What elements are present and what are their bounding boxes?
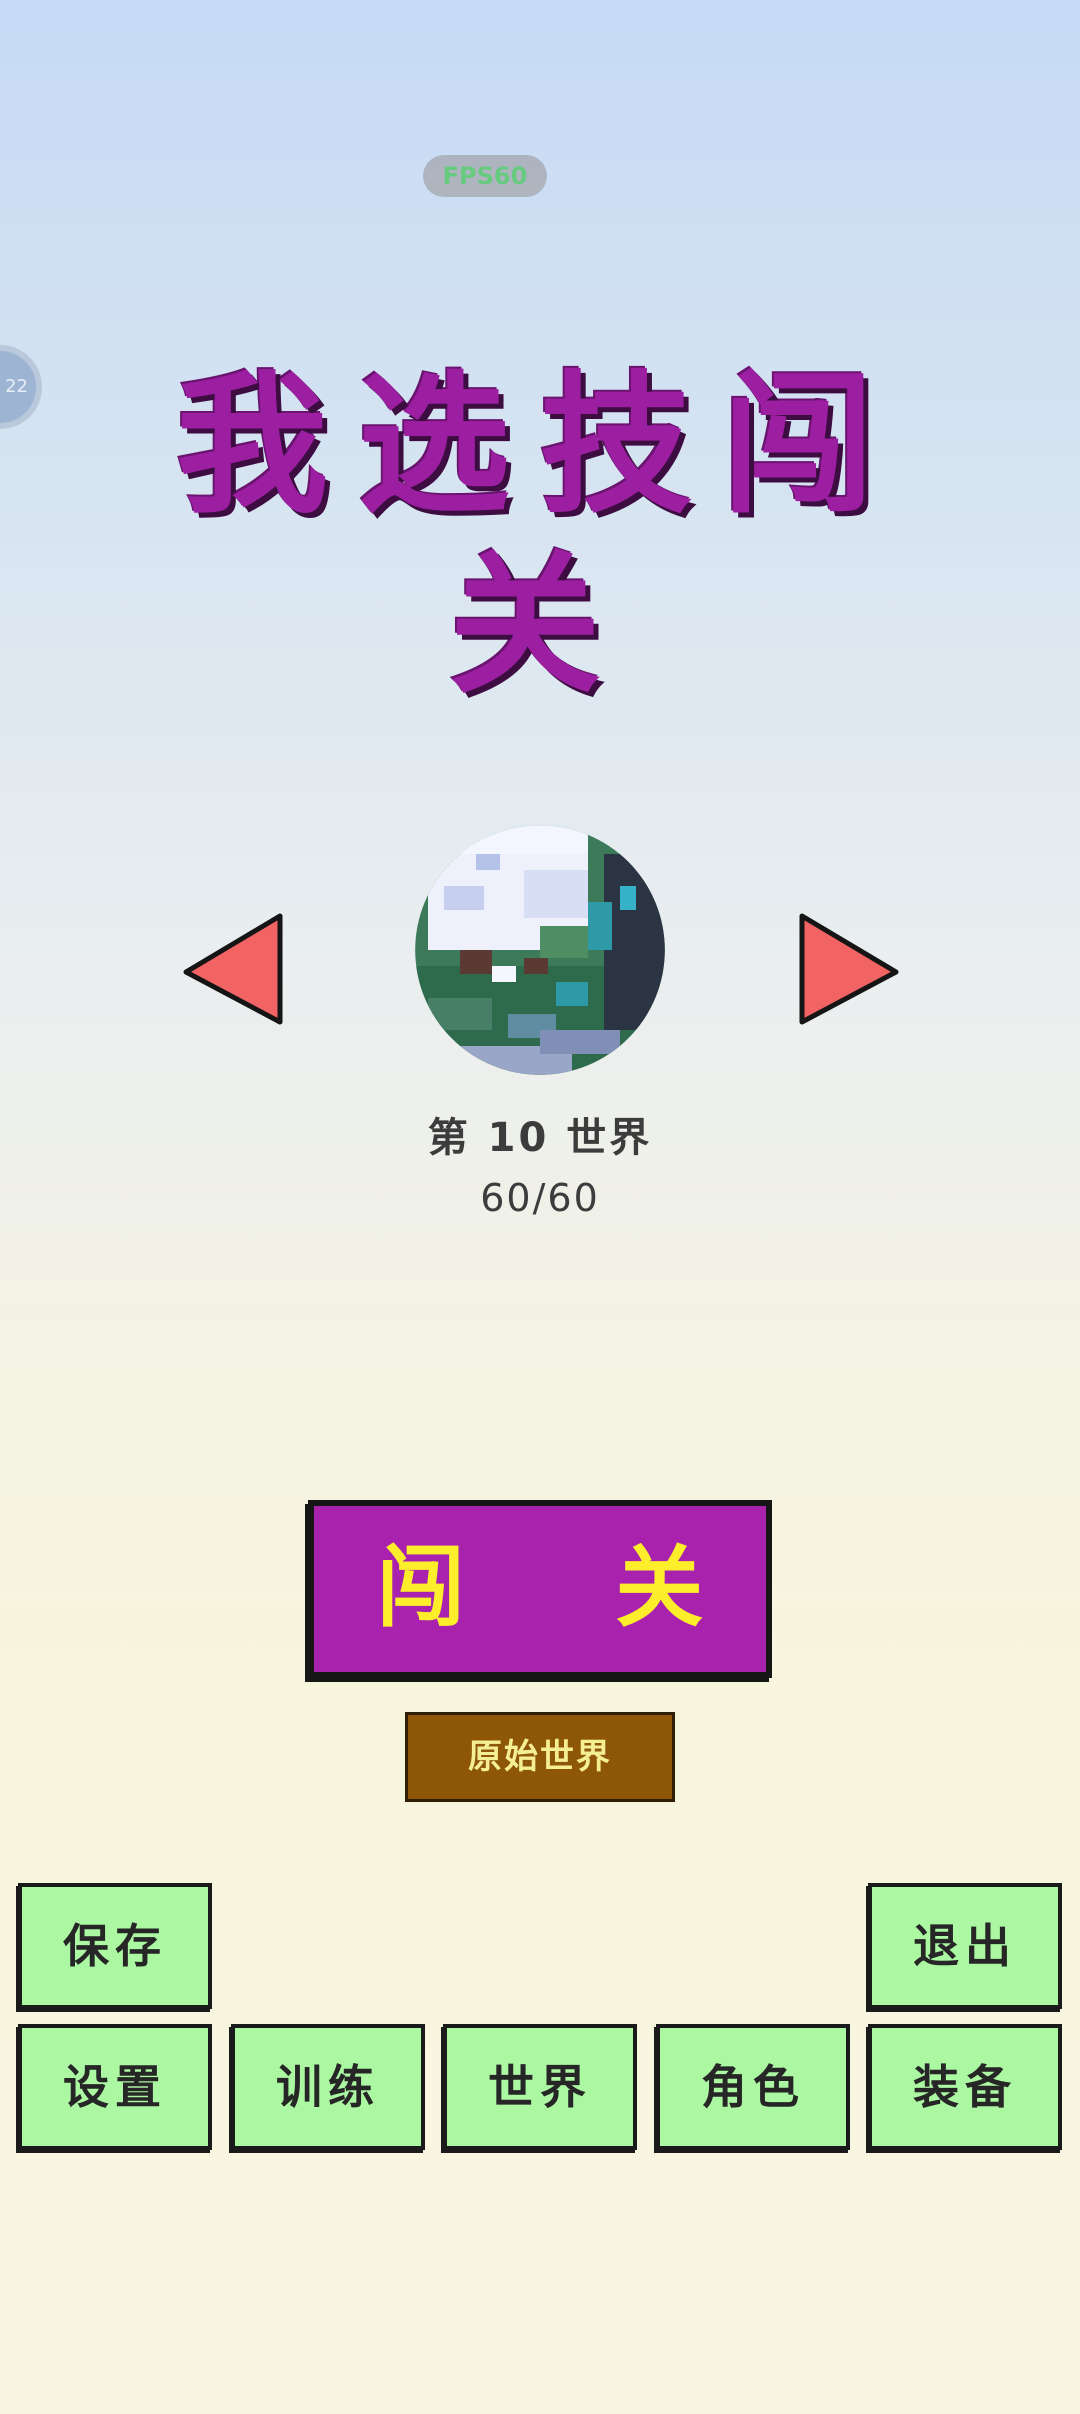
world-number-label: 第 10 世界 — [427, 1115, 653, 1161]
game-title: 我选技闯关 — [176, 355, 904, 714]
world-type-button[interactable]: 原始世界 — [405, 1712, 675, 1802]
next-world-arrow[interactable] — [796, 910, 902, 1028]
world-planet[interactable] — [412, 822, 668, 1078]
fps-counter: FPS60 — [423, 155, 547, 197]
floating-assist-bubble[interactable]: 22 — [0, 345, 42, 429]
exit-button[interactable]: 退出 — [868, 1883, 1062, 2009]
character-button[interactable]: 角色 — [656, 2024, 850, 2150]
triangle-right-icon — [799, 913, 899, 1025]
world-button[interactable]: 世界 — [443, 2024, 637, 2150]
start-level-button[interactable]: 闯 关 — [308, 1500, 772, 1678]
triangle-left-icon — [183, 913, 283, 1025]
pixel-earth-icon — [415, 825, 665, 1075]
world-progress-label: 60/60 — [480, 1176, 600, 1220]
save-button[interactable]: 保存 — [18, 1883, 212, 2009]
previous-world-arrow[interactable] — [180, 910, 286, 1028]
settings-button[interactable]: 设置 — [18, 2024, 212, 2150]
training-button[interactable]: 训练 — [231, 2024, 425, 2150]
equipment-button[interactable]: 装备 — [868, 2024, 1062, 2150]
